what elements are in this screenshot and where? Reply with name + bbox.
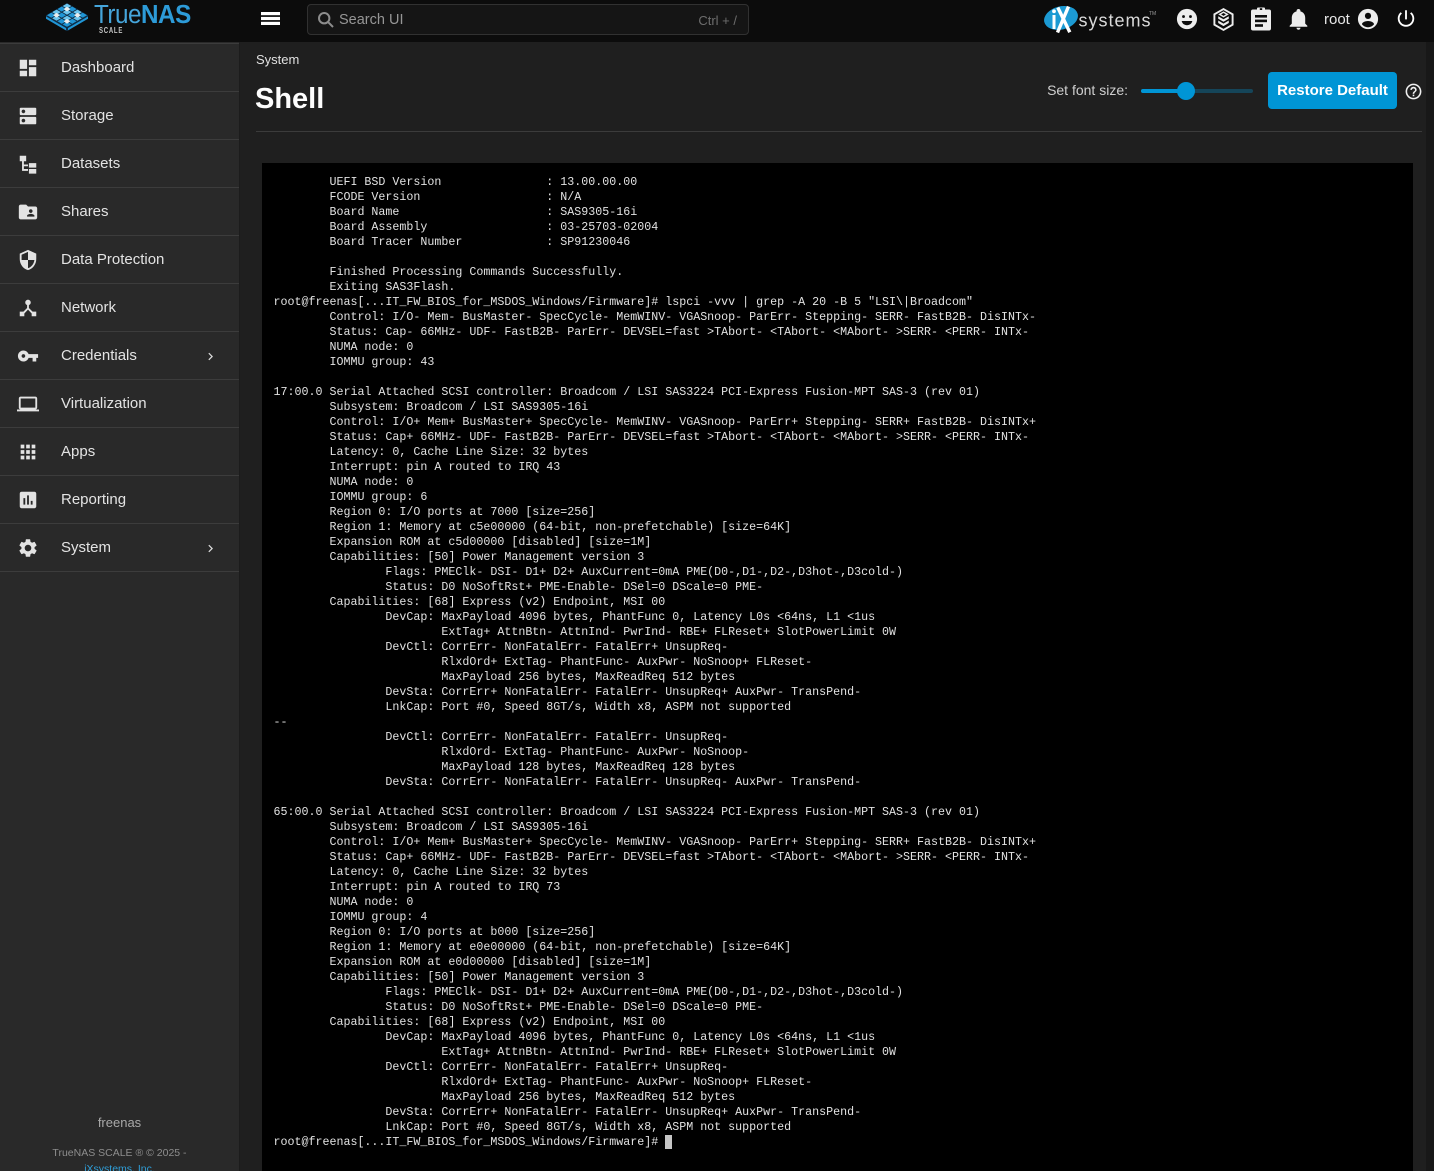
svg-text:TM: TM xyxy=(1149,11,1156,17)
svg-text:systems: systems xyxy=(1079,11,1152,31)
